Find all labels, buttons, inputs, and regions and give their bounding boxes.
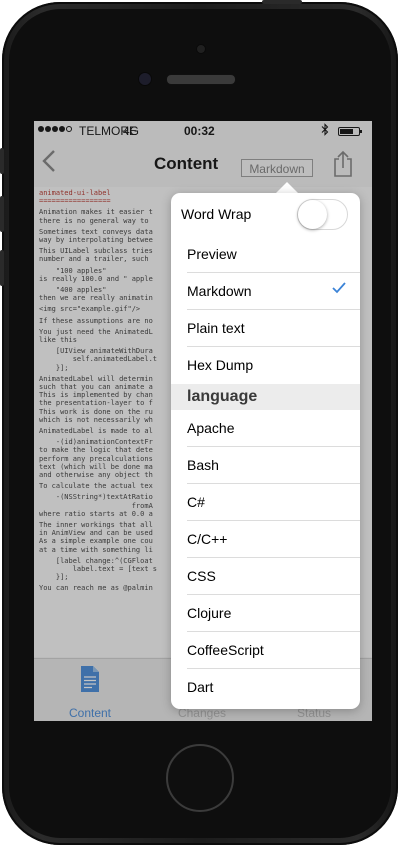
option-label: Plain text (187, 320, 245, 336)
document-line: You can reach me as @palmin (39, 584, 153, 593)
document-line: You just need the AnimatedL (39, 327, 153, 336)
document-line: -(id)animationContextFr (39, 438, 153, 447)
network-type: 4G (123, 124, 140, 138)
document-line: If these assumptions are no (39, 316, 153, 325)
language-label: Clojure (187, 605, 232, 621)
document-line: As a simple example one cou (39, 537, 153, 546)
document-icon (81, 666, 99, 692)
language-label: Dart (187, 679, 214, 695)
document-line: }]; (39, 363, 69, 372)
page-title: Content (154, 154, 219, 173)
document-line: -(NSString*)textAtRatio (39, 493, 153, 502)
document-line: to make the logic that dete (39, 446, 153, 455)
document-line: This work is done on the ru (39, 407, 153, 416)
document-line: "100 apples" (39, 266, 107, 275)
home-button[interactable] (166, 744, 234, 812)
mode-button[interactable]: Markdown (241, 159, 313, 177)
document-line: text (which will be done ma (39, 462, 153, 471)
document-line: <img src="example.gif"/> (39, 305, 141, 314)
language-label: CSS (187, 568, 216, 584)
language-bash[interactable]: Bash (171, 447, 360, 484)
document-line: and otherwise any object th (39, 471, 153, 479)
option-markdown[interactable]: Markdown (171, 273, 360, 310)
tab-content[interactable]: Content (34, 661, 146, 720)
document-line: at a time with something li (39, 545, 153, 554)
proximity-sensor (138, 72, 152, 86)
checkmark-icon (332, 281, 346, 299)
document-line: The inner workings that all (39, 521, 153, 529)
battery-icon (338, 127, 362, 136)
volume-down-button (0, 250, 4, 286)
document-line: way by interpolating betwee (39, 236, 153, 244)
document-line: fromA (39, 501, 153, 510)
document-line: animated-ui-label (39, 189, 111, 197)
document-line: label.text = [text s (39, 565, 158, 573)
bluetooth-icon (321, 123, 329, 139)
option-label: Preview (187, 246, 237, 262)
front-camera (196, 44, 206, 54)
language-csharp[interactable]: C# (171, 484, 360, 521)
earpiece-speaker (166, 74, 236, 85)
document-line: number and a trailer, such (39, 255, 153, 264)
document-line: Sometimes text conveys data (39, 227, 153, 236)
document-line: This is implemented by chan (39, 391, 153, 400)
document-line: "400 apples" (39, 286, 107, 294)
option-label: Markdown (187, 283, 252, 299)
document-line: Animation makes it easier t (39, 208, 153, 217)
document-line: perform any precalculations (39, 454, 153, 463)
language-label: Apache (187, 420, 235, 436)
document-line: AnimatedLabel is made to al (39, 427, 153, 435)
signal-icon (38, 126, 72, 132)
tab-content-label: Content (68, 706, 112, 720)
language-section-header: language (171, 384, 360, 410)
language-css[interactable]: CSS (171, 558, 360, 595)
volume-up-button (0, 196, 4, 232)
option-hex-dump[interactable]: Hex Dump (171, 347, 360, 384)
option-plain-text[interactable]: Plain text (171, 310, 360, 347)
language-header-label: language (187, 388, 258, 405)
document-line: This UILabel subclass tries (39, 247, 153, 256)
chevron-left-icon[interactable] (42, 149, 56, 177)
clock: 00:32 (184, 124, 215, 138)
document-line: where ratio starts at 0.0 a (39, 509, 153, 518)
document-line: self.animatedLabel.t (39, 355, 158, 364)
option-label: Hex Dump (187, 357, 254, 373)
document-line: in AnimView and can be used (39, 529, 153, 538)
status-bar: TELMORE 4G 00:32 (34, 121, 372, 141)
document-line: AnimatedLabel will determin (39, 374, 153, 383)
document-line: To calculate the actual tex (39, 482, 153, 491)
language-label: CoffeeScript (187, 642, 264, 658)
document-line: }]; (39, 573, 69, 582)
language-apache[interactable]: Apache (171, 410, 360, 447)
options-popover: Word Wrap Preview Markdown Plain text He… (171, 193, 360, 709)
navigation-bar: Content Markdown (34, 141, 372, 185)
mute-switch (0, 148, 4, 174)
document-line: such that you can animate a (39, 383, 153, 391)
language-clojure[interactable]: Clojure (171, 595, 360, 632)
document-line: there is no general way to (39, 216, 153, 225)
document-line: is really 100.0 and " apple (39, 274, 153, 283)
word-wrap-label: Word Wrap (181, 206, 252, 222)
share-icon[interactable] (332, 150, 354, 177)
popover-arrow (276, 182, 298, 193)
document-line: [label change:^(CGFloat (39, 556, 153, 565)
document-line: the presentation-layer to f (39, 399, 153, 408)
word-wrap-row: Word Wrap (171, 193, 360, 236)
language-label: Bash (187, 457, 219, 473)
document-line: [UIView animateWithDura (39, 347, 153, 356)
document-line: which is not necessarily wh (39, 415, 153, 424)
language-dart[interactable]: Dart (171, 669, 360, 706)
language-label: C# (187, 494, 205, 510)
language-coffeescript[interactable]: CoffeeScript (171, 632, 360, 669)
language-c-cpp[interactable]: C/C++ (171, 521, 360, 558)
document-line: ================= (39, 197, 111, 206)
sleep-button (262, 0, 302, 4)
document-line: like this (39, 336, 77, 344)
language-label: C/C++ (187, 531, 228, 547)
document-line: then we are really animatin (39, 294, 153, 303)
option-preview[interactable]: Preview (171, 236, 360, 273)
word-wrap-toggle[interactable] (297, 199, 348, 230)
